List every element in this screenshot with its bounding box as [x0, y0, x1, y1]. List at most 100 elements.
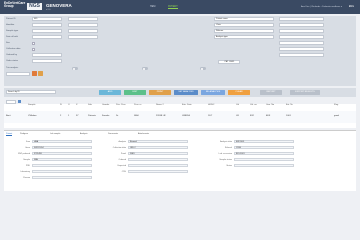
filter-input[interactable]	[279, 53, 324, 57]
column-header[interactable]: Gender	[102, 104, 109, 111]
filter-input[interactable]	[6, 72, 30, 76]
column-header[interactable]: X	[76, 104, 77, 111]
filter-input[interactable]	[279, 29, 324, 33]
field-value[interactable]: 3781498	[32, 152, 92, 156]
column-header[interactable]: Gen. No	[266, 104, 274, 111]
field-label: Sample	[23, 159, 30, 161]
filter-input[interactable]	[68, 29, 98, 33]
field-value[interactable]: 15DB	[234, 146, 294, 150]
field-value[interactable]	[32, 164, 92, 168]
field-value[interactable]: WES	[128, 152, 188, 156]
table-cell: LR	[236, 115, 239, 117]
column-header[interactable]: Vol. no	[250, 104, 257, 111]
filter-input[interactable]	[32, 59, 62, 63]
field-value[interactable]	[32, 170, 92, 174]
page-size-select[interactable]	[6, 100, 16, 104]
field-value[interactable]: BIO-3001	[234, 152, 294, 156]
hint-chip[interactable]: PAT 15081	[218, 60, 240, 64]
filter-input[interactable]	[279, 35, 324, 39]
filter-label: Sample type	[6, 30, 19, 32]
column-header[interactable]: Sub	[88, 104, 92, 111]
filters-toggle[interactable]	[200, 67, 206, 70]
panel-toggle[interactable]	[142, 67, 148, 70]
field-value[interactable]: HBA	[32, 140, 92, 144]
field-value[interactable]	[128, 170, 188, 174]
filter-checkbox[interactable]	[32, 48, 35, 51]
filter-input[interactable]: 465	[32, 17, 62, 21]
field-value[interactable]	[128, 164, 188, 168]
table-cell: VS4dom	[28, 115, 37, 117]
field-value[interactable]: Biomed	[128, 140, 188, 144]
detail-tab-analysis[interactable]: Analysis	[80, 133, 87, 135]
export-results-button[interactable]: EXPORT RESULTS	[290, 90, 320, 95]
detail-tab-lab-sample[interactable]: Lab sample	[50, 133, 60, 135]
select-all-checkbox[interactable]	[18, 100, 21, 103]
table-cell: EKF	[266, 115, 271, 117]
nav-tab-patient[interactable]: PATIENT	[168, 5, 178, 9]
set-analysis-button[interactable]: SET ANALYSIS	[174, 90, 198, 95]
column-header[interactable]: Name 2	[156, 104, 164, 111]
filter-input[interactable]	[32, 35, 62, 39]
filter-checkbox[interactable]	[32, 42, 35, 45]
field-value[interactable]	[32, 176, 92, 180]
field-value[interactable]	[234, 158, 294, 162]
column-header[interactable]: Ext. Nr	[286, 104, 293, 111]
user-menu[interactable]: Ann Kim | Clinfoods • Dolomite medlems ▾	[301, 5, 342, 8]
field-label: Panel	[120, 153, 126, 155]
filter-input[interactable]	[279, 17, 324, 21]
field-label: Collection date	[112, 147, 126, 149]
patient-name-input[interactable]: Patient name	[214, 17, 274, 21]
report-button[interactable]: REPORT	[260, 90, 282, 95]
print-button[interactable]: PRINT	[149, 90, 171, 95]
language-selector[interactable]: ENG	[349, 5, 354, 8]
filter-input[interactable]	[32, 23, 62, 27]
column-header[interactable]: N	[60, 104, 62, 111]
field-value[interactable]: SBH	[32, 158, 92, 162]
trio-toggle[interactable]	[72, 67, 78, 70]
clear-button[interactable]: CLEAR	[228, 90, 250, 95]
column-header[interactable]: Flag	[334, 104, 338, 111]
field-value[interactable]: FKR12494	[32, 146, 92, 150]
filter-input[interactable]	[32, 53, 62, 57]
field-label: Laboratory	[20, 171, 30, 173]
column-header[interactable]: Prov. nr	[134, 104, 142, 111]
field-value[interactable]: EKF1001	[234, 140, 294, 144]
column-header[interactable]: Prio. Prov	[116, 104, 126, 111]
search-input[interactable]: Search by ID	[6, 90, 56, 94]
table-cell: Female	[102, 115, 110, 117]
column-header[interactable]: O	[68, 104, 70, 111]
nav-tab-hem[interactable]: HEM	[150, 5, 155, 8]
filter-input[interactable]	[32, 29, 62, 33]
field-value[interactable]	[128, 158, 188, 162]
add-button[interactable]: ADD	[99, 90, 121, 95]
detail-tab-pedigree[interactable]: Pedigree	[20, 133, 28, 135]
edit-button[interactable]: EDIT	[124, 90, 146, 95]
table-cell: SBH	[134, 115, 139, 117]
filter-reset-button[interactable]	[38, 71, 43, 76]
analysis-type-input[interactable]: Analysis type	[214, 35, 274, 39]
detail-tab-patient[interactable]: Patient	[6, 133, 13, 136]
field-value[interactable]: JBD-2	[128, 146, 188, 150]
table-row[interactable]: Berit VS4dom 2 1 37 Patients Female Dr S…	[4, 111, 356, 123]
filter-input[interactable]	[68, 23, 98, 27]
filter-input[interactable]	[279, 47, 324, 51]
detail-tab-attachments[interactable]: Attachments	[138, 133, 149, 135]
filter-label: Date of birth	[6, 36, 18, 38]
table-cell: 2	[60, 115, 62, 117]
field-label: Analysis	[118, 141, 126, 143]
reanalysis-button[interactable]: RE-ANALYSIS	[201, 90, 225, 95]
field-value[interactable]	[234, 164, 294, 168]
column-header[interactable]: Sample	[28, 104, 35, 111]
clinic-input[interactable]: Clinic	[214, 23, 274, 27]
filter-label: Identifier	[6, 24, 15, 26]
column-header[interactable]: Extr. Date	[182, 104, 192, 111]
filter-input[interactable]	[68, 35, 98, 39]
column-header[interactable]: Vol	[236, 104, 239, 111]
filter-input[interactable]	[279, 41, 324, 45]
filter-input[interactable]	[68, 17, 98, 21]
referrer-input[interactable]: Referrer	[214, 29, 274, 33]
filter-input[interactable]	[279, 23, 324, 27]
column-header[interactable]: HGNC	[208, 104, 214, 111]
detail-tab-documents[interactable]: Documents	[108, 133, 118, 135]
filter-apply-button[interactable]	[32, 71, 37, 76]
